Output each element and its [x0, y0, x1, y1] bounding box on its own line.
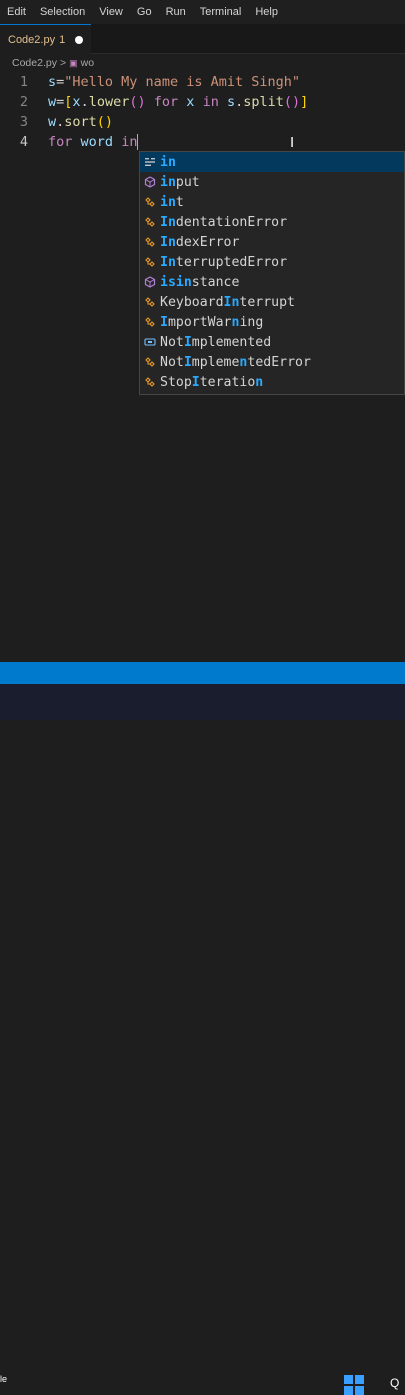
token: lower — [88, 94, 130, 110]
suggestion-item[interactable]: NotImplementedError — [140, 352, 404, 372]
suggestion-item[interactable]: KeyboardInterrupt — [140, 292, 404, 312]
tab-bar: Code2.py 1 — [0, 24, 405, 54]
suggestion-item[interactable]: ImportWarning — [140, 312, 404, 332]
token: w — [48, 94, 57, 110]
suggestion-item[interactable]: IndexError — [140, 232, 404, 252]
windows-start-icon[interactable] — [344, 1375, 364, 1395]
line-number: 1 — [19, 74, 28, 90]
menu-view[interactable]: View — [92, 6, 130, 18]
token: () — [96, 114, 114, 130]
token: sort — [64, 114, 97, 130]
token: . — [80, 94, 89, 110]
token: x — [186, 94, 195, 110]
suggestion-label: KeyboardInterrupt — [160, 294, 295, 310]
symbol-icon: ▣ — [69, 57, 78, 68]
code-line-3: 3 w.sort() — [0, 112, 405, 132]
menu-help[interactable]: Help — [248, 6, 285, 18]
line-number: 2 — [19, 94, 28, 110]
token: () — [129, 94, 146, 110]
suggestion-label: IndexError — [160, 234, 240, 250]
suggestion-label: StopIteration — [160, 374, 264, 390]
code-line-1: 1 s="Hello My name is Amit Singh" — [0, 72, 405, 92]
token: for — [153, 94, 179, 110]
token: ] — [300, 94, 309, 110]
class-icon — [144, 256, 156, 268]
menu-go[interactable]: Go — [130, 6, 159, 18]
text-cursor — [137, 134, 139, 150]
breadcrumb-separator: > — [59, 57, 67, 69]
token: in — [121, 134, 138, 150]
token: in — [202, 94, 219, 110]
method-icon — [144, 176, 156, 188]
suggestion-label: isinstance — [160, 274, 240, 290]
status-bar — [0, 662, 405, 684]
suggestion-label: NotImplemented — [160, 334, 272, 350]
token: x — [72, 94, 81, 110]
token: "Hello My name is Amit Singh" — [64, 74, 300, 90]
class-icon — [144, 316, 156, 328]
suggestion-label: IndentationError — [160, 214, 288, 230]
taskbar-left-text: le — [0, 1374, 8, 1384]
menu-selection[interactable]: Selection — [33, 6, 92, 18]
suggestion-label: ImportWarning — [160, 314, 264, 330]
windows-taskbar: le Q — [0, 684, 405, 1395]
suggestion-item[interactable]: InterruptedError — [140, 252, 404, 272]
breadcrumb: Code2.py > ▣ wo — [12, 55, 94, 71]
class-icon — [144, 236, 156, 248]
code-line-2: 2 w=[x.lower() for x in s.split()] — [0, 92, 405, 112]
suggestion-item[interactable]: int — [140, 192, 404, 212]
search-icon[interactable]: Q — [390, 1376, 399, 1390]
autocomplete-popup[interactable]: in input int IndentationError IndexError Inte… — [139, 151, 405, 395]
suggestion-item[interactable]: input — [140, 172, 404, 192]
menu-run[interactable]: Run — [159, 6, 193, 18]
tab-problem-count: 1 — [59, 33, 66, 46]
token: split — [243, 94, 284, 110]
variable-icon — [144, 336, 156, 348]
suggestion-label: in — [160, 154, 176, 170]
menu-bar: Edit Selection View Go Run Terminal Help — [0, 0, 405, 24]
line-number: 4 — [19, 134, 28, 150]
line-number: 3 — [19, 114, 28, 130]
suggestion-item[interactable]: in — [140, 152, 404, 172]
token: w — [48, 114, 57, 130]
menu-terminal[interactable]: Terminal — [193, 6, 249, 18]
token: word — [80, 134, 114, 150]
keyword-icon — [144, 156, 156, 168]
token: s — [226, 94, 236, 110]
suggestion-label: input — [160, 174, 200, 190]
token: for — [48, 134, 73, 150]
class-icon — [144, 376, 156, 388]
method-icon — [144, 276, 156, 288]
class-icon — [144, 296, 156, 308]
code-line-4: 4 for word in — [0, 132, 405, 152]
tab-filename: Code2.py — [8, 33, 56, 46]
suggestion-item[interactable]: StopIteration — [140, 372, 404, 392]
suggestion-item[interactable]: IndentationError — [140, 212, 404, 232]
class-icon — [144, 196, 156, 208]
suggestion-item[interactable]: NotImplemented — [140, 332, 404, 352]
breadcrumb-file[interactable]: Code2.py — [12, 57, 57, 69]
suggestion-item[interactable]: isinstance — [140, 272, 404, 292]
breadcrumb-symbol[interactable]: wo — [81, 57, 94, 69]
class-icon — [144, 356, 156, 368]
unsaved-dot-icon[interactable] — [75, 35, 84, 44]
class-icon — [144, 216, 156, 228]
suggestion-label: NotImplementedError — [160, 354, 311, 370]
token: () — [283, 94, 301, 110]
token: s — [48, 74, 57, 90]
mouse-ibeam-icon: Ⅰ — [290, 135, 295, 151]
suggestion-label: int — [160, 194, 184, 210]
suggestion-label: InterruptedError — [160, 254, 288, 270]
menu-edit[interactable]: Edit — [0, 6, 33, 18]
tab-code2-py[interactable]: Code2.py 1 — [0, 24, 92, 54]
